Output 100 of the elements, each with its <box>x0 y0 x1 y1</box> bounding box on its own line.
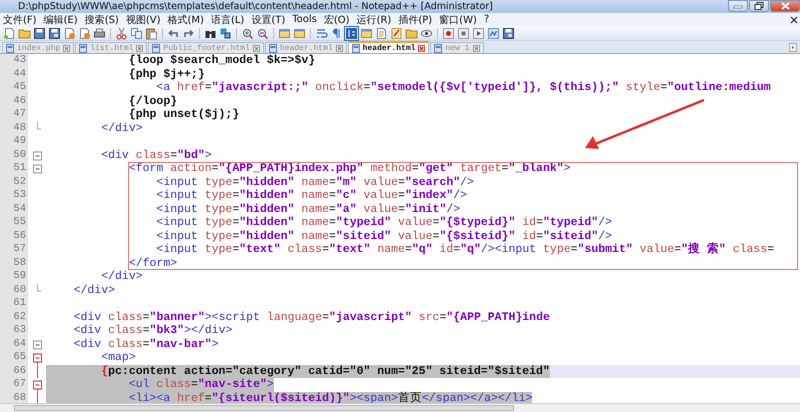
save-macro-icon[interactable] <box>502 26 515 40</box>
fold-marker-icon[interactable] <box>32 148 42 162</box>
code-line: <input type="hidden" name="c" value="index"/> <box>155 189 468 202</box>
code-line: <div class="nav-bar"> <box>72 338 219 351</box>
line-number: 68 <box>0 392 28 403</box>
window-icon[interactable] <box>278 26 291 40</box>
fold-marker-icon[interactable] <box>32 378 42 392</box>
code-line: <div class="banner"><script language="javascript" src="{APP_PATH}inde <box>72 310 550 324</box>
file-icon <box>352 44 360 52</box>
code-line: <input type="hidden" name="siteid" value="{$siteid}" id="siteid"/> <box>155 230 612 243</box>
close-all-icon[interactable] <box>78 26 91 40</box>
panel-icon[interactable] <box>360 26 373 40</box>
save-all-icon[interactable] <box>48 26 61 40</box>
line-number: 46 <box>0 94 28 108</box>
code-line: <form action="{APP_PATH}index.php" method="get" target="_blank"> <box>128 162 571 176</box>
function-list-icon[interactable] <box>390 26 403 40</box>
close-tab-icon[interactable] <box>472 44 480 52</box>
printer-icon[interactable] <box>93 26 106 40</box>
restore-icon <box>754 2 764 10</box>
copy-icon[interactable] <box>130 26 143 40</box>
scissors-icon[interactable] <box>115 26 128 40</box>
line-number: 60 <box>0 284 28 297</box>
code-line: <input type="hidden" name="a" value="init"/> <box>155 202 460 216</box>
close-tab-icon[interactable] <box>136 44 144 52</box>
line-number: 64 <box>0 338 28 351</box>
line-number: 49 <box>0 135 28 148</box>
wrap-icon[interactable] <box>315 26 328 40</box>
line-number: 57 <box>0 243 28 256</box>
horizontal-scrollbar[interactable] <box>0 403 800 412</box>
zoom-in-icon[interactable] <box>241 26 254 40</box>
code-line: <div class="bd"> <box>100 148 212 162</box>
line-number: 58 <box>0 256 28 270</box>
file-icon <box>6 44 14 52</box>
line-number: 65 <box>0 351 28 364</box>
line-number: 44 <box>0 68 28 81</box>
code-line: </div> <box>100 122 143 135</box>
line-number: 51 <box>0 162 28 176</box>
menu-item[interactable]: ? <box>484 14 490 25</box>
line-number: 43 <box>0 54 28 68</box>
menu-item[interactable]: 宏(O) <box>324 12 350 26</box>
play-icon[interactable] <box>472 26 485 40</box>
close-tab-icon[interactable] <box>336 44 343 52</box>
code-line: </div> <box>100 270 143 284</box>
code-line: <input type="hidden" name="m" value="search"/> <box>155 176 474 189</box>
fold-marker-icon[interactable] <box>32 338 42 351</box>
close-tab-icon[interactable] <box>418 44 426 52</box>
file-tab[interactable]: header.html <box>348 41 430 53</box>
new-file-icon[interactable] <box>3 26 16 40</box>
window-icon[interactable] <box>293 26 306 40</box>
menu-item[interactable]: 搜索(S) <box>84 12 119 26</box>
code-line: {loop $search_model $k=>$v} <box>128 54 316 68</box>
stop-icon[interactable] <box>457 26 470 40</box>
menu-item[interactable]: 编辑(E) <box>44 12 78 26</box>
code-line: <map> <box>100 351 136 364</box>
close-document-icon[interactable] <box>790 16 798 24</box>
line-number: 52 <box>0 176 28 189</box>
line-number: 48 <box>0 122 28 135</box>
maximize-button[interactable] <box>749 0 769 12</box>
code-line: <input type="text" class="text" name="q" id="q"/><input type="submit" value="搜 索" class= <box>155 243 774 256</box>
menu-item[interactable]: 格式(M) <box>168 12 204 26</box>
close-file-icon[interactable] <box>63 26 76 40</box>
code-line: {php unset($j);} <box>128 108 240 122</box>
menu-item[interactable]: Tools <box>292 14 317 25</box>
menu-item[interactable]: 视图(V) <box>126 12 160 26</box>
close-tab-icon[interactable] <box>252 44 260 52</box>
fold-marker-icon[interactable] <box>32 351 42 364</box>
line-number: 62 <box>0 310 28 324</box>
code-line: </div> <box>72 284 116 297</box>
close-icon <box>780 2 790 10</box>
menu-item[interactable]: 插件(P) <box>398 12 432 26</box>
line-number: 61 <box>0 297 28 310</box>
minimize-icon <box>733 3 743 9</box>
save-icon[interactable] <box>33 26 46 40</box>
fold-marker-icon[interactable] <box>32 162 42 176</box>
document-map-icon[interactable] <box>375 26 388 40</box>
zoom-out-icon[interactable] <box>256 26 269 40</box>
line-number: 56 <box>0 230 28 243</box>
window-title: D:\phpStudy\WWW\ae\phpcms\templates\default\content\header.html - Notepad++ [Administrator] <box>18 1 494 12</box>
menu-item[interactable]: 运行(R) <box>356 12 392 26</box>
file-icon <box>268 44 277 52</box>
line-number: 63 <box>0 324 28 338</box>
line-number: 67 <box>0 378 28 392</box>
menu-item[interactable]: 设置(T) <box>251 12 286 26</box>
file-icon <box>152 44 160 52</box>
file-icon <box>79 44 88 52</box>
clipboard-icon[interactable] <box>145 26 158 40</box>
menu-item[interactable]: 语言(L) <box>210 12 244 26</box>
tab-scroll-icon[interactable] <box>789 43 797 52</box>
close-button[interactable] <box>770 0 800 12</box>
menu-item[interactable]: 窗口(W) <box>439 12 477 26</box>
close-tab-icon[interactable] <box>63 44 70 52</box>
menu-item[interactable]: 文件(F) <box>3 12 37 26</box>
indent-guide-icon[interactable] <box>345 26 358 40</box>
line-number: 54 <box>0 202 28 216</box>
line-number: 47 <box>0 108 28 122</box>
line-number: 53 <box>0 189 28 202</box>
file-icon <box>434 44 442 52</box>
record-icon[interactable] <box>442 26 455 40</box>
code-line: <a href="javascript:;" onclick="setmodel({$v['typeid']}, $(this));" style="outline:medium <box>155 81 771 94</box>
line-number: 45 <box>0 81 28 94</box>
